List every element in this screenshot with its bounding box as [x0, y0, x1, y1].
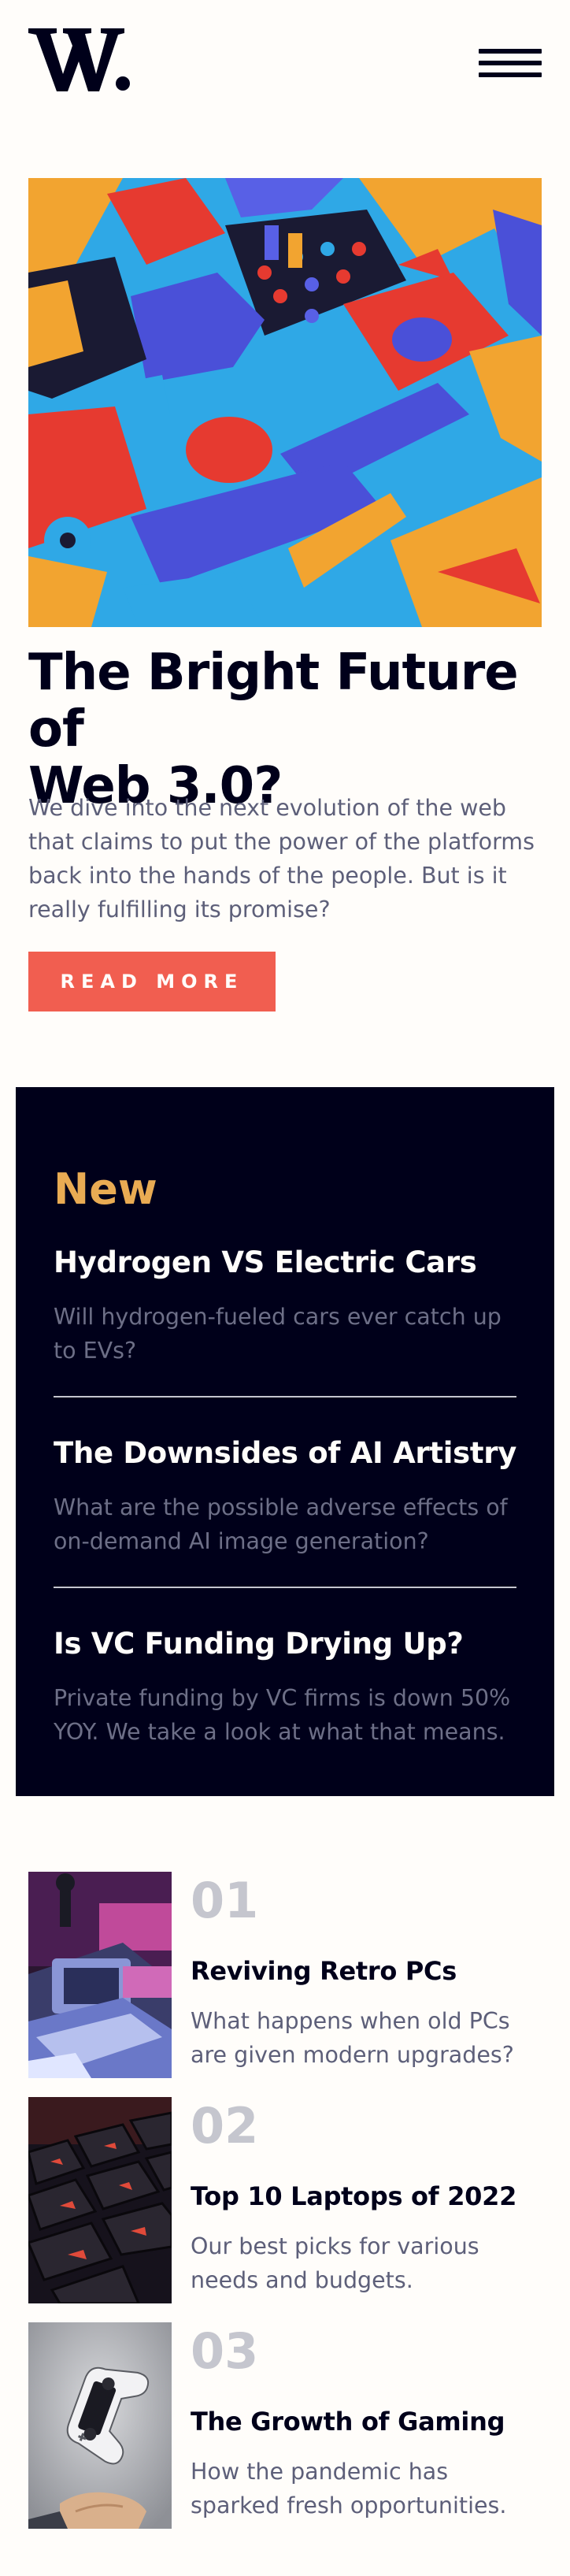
laptop-keyboard-image[interactable]: [28, 2097, 172, 2303]
hero-title: The Bright Future of Web 3.0?: [28, 644, 548, 815]
divider: [54, 1587, 516, 1588]
article-number: 03: [191, 2322, 259, 2380]
article-description: What happens when old PCs are given mode…: [191, 2008, 514, 2068]
new-articles-panel: New Hydrogen VS Electric Cars Will hydro…: [16, 1087, 554, 1796]
article-list-item: 02 Top 10 Laptops of 2022 Our best picks…: [28, 2097, 542, 2303]
hero-title-line1: The Bright Future of: [28, 644, 519, 759]
article-title[interactable]: The Growth of Gaming: [191, 2406, 505, 2437]
new-item-description: What are the possible adverse effects of…: [54, 1494, 508, 1554]
game-controller-image[interactable]: [28, 2322, 172, 2529]
new-item-title[interactable]: The Downsides of AI Artistry: [54, 1434, 516, 1473]
new-item: Is VC Funding Drying Up? Private funding…: [54, 1624, 516, 1749]
retro-pc-image[interactable]: [28, 1872, 172, 2078]
hero-image: [28, 178, 542, 627]
new-item: Hydrogen VS Electric Cars Will hydrogen-…: [54, 1243, 516, 1368]
site-logo[interactable]: [28, 28, 131, 91]
new-item-title[interactable]: Is VC Funding Drying Up?: [54, 1624, 516, 1664]
game-controller-icon: [28, 2322, 172, 2529]
divider: [54, 1396, 516, 1397]
new-item-title[interactable]: Hydrogen VS Electric Cars: [54, 1243, 516, 1282]
abstract-3d-blocks-image: [28, 178, 542, 627]
read-more-button[interactable]: READ MORE: [28, 952, 276, 1011]
retro-pc-icon: [28, 1872, 172, 2078]
article-title[interactable]: Top 10 Laptops of 2022: [191, 2181, 516, 2212]
article-list-item: 01 Reviving Retro PCs What happens when …: [28, 1872, 542, 2078]
laptop-keyboard-icon: [28, 2097, 172, 2303]
new-section-heading: New: [54, 1164, 157, 1214]
new-item: The Downsides of AI Artistry What are th…: [54, 1434, 516, 1558]
hero-description: We dive into the next evolution of the w…: [28, 795, 535, 922]
site-header: [28, 28, 542, 91]
new-item-description: Will hydrogen-fueled cars ever catch up …: [54, 1304, 502, 1364]
article-description: Our best picks for various needs and bud…: [191, 2233, 479, 2293]
new-item-description: Private funding by VC firms is down 50% …: [54, 1685, 511, 1745]
article-number: 02: [191, 2097, 259, 2155]
logo-w-icon: [28, 28, 130, 91]
article-number: 01: [191, 1872, 259, 1929]
article-title[interactable]: Reviving Retro PCs: [191, 1955, 457, 1987]
hamburger-menu-icon[interactable]: [479, 49, 542, 77]
article-description: How the pandemic has sparked fresh oppor…: [191, 2459, 507, 2518]
article-list-item: 03 The Growth of Gaming How the pandemic…: [28, 2322, 542, 2529]
